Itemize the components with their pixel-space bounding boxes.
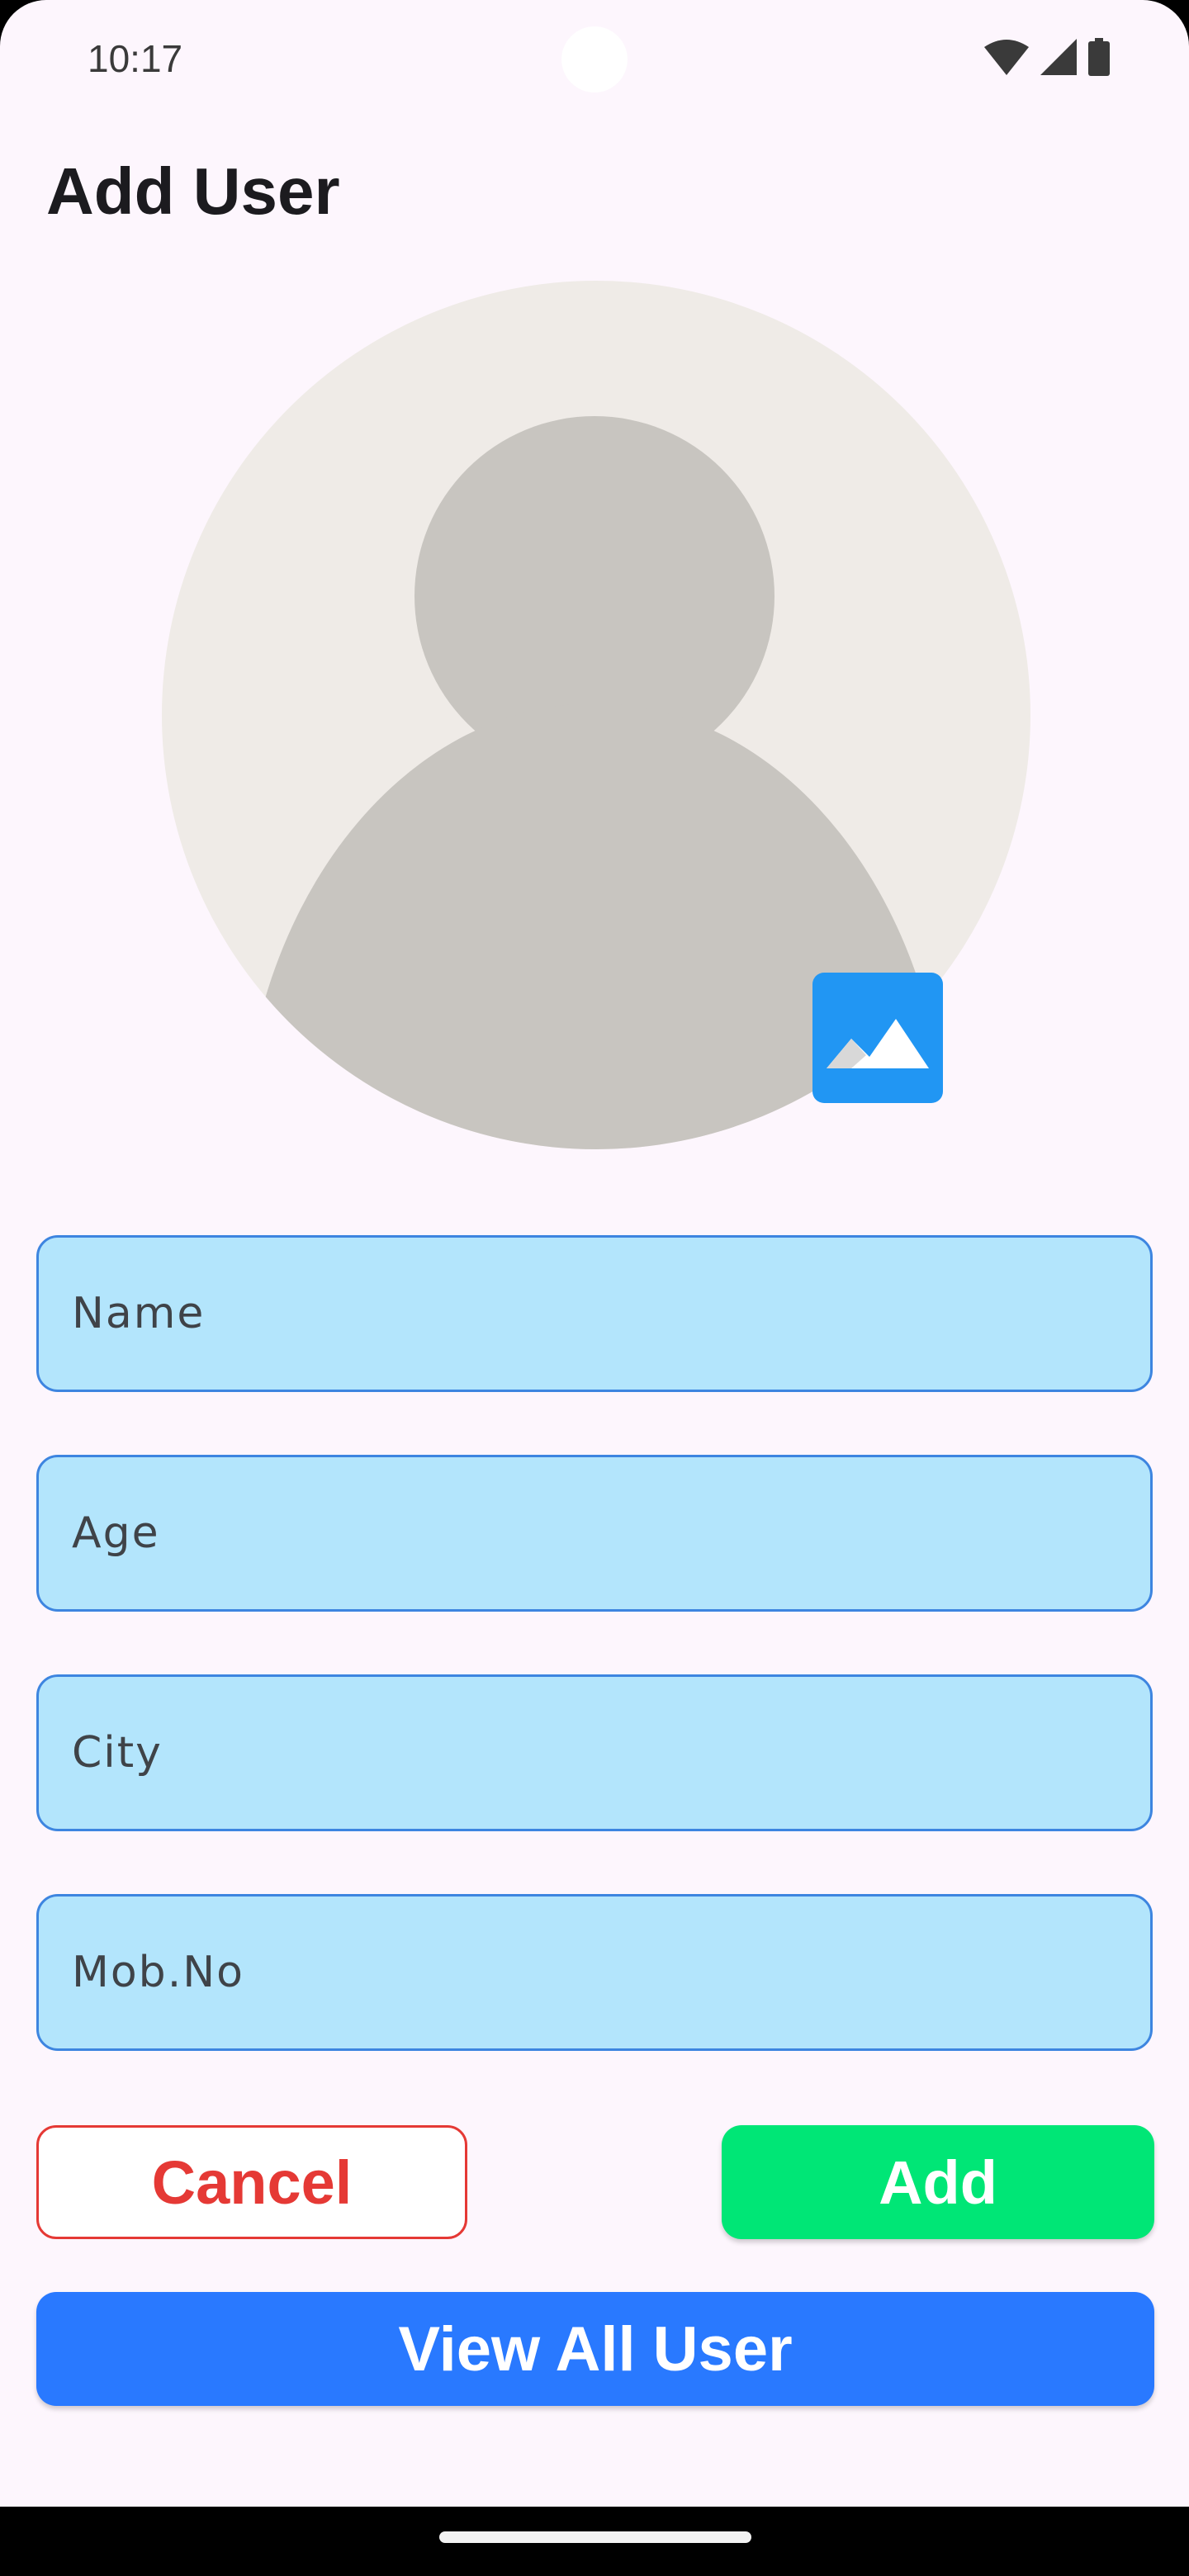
status-bar: 10:17 <box>0 0 1189 116</box>
city-field[interactable] <box>36 1674 1153 1831</box>
name-input[interactable] <box>39 1238 1150 1390</box>
home-indicator[interactable] <box>439 2531 751 2543</box>
status-icons <box>984 38 1110 80</box>
age-field[interactable] <box>36 1455 1153 1612</box>
battery-icon <box>1088 38 1110 80</box>
wifi-icon <box>984 39 1029 79</box>
add-button[interactable]: Add <box>722 2125 1154 2239</box>
mobile-input[interactable] <box>39 1896 1150 2048</box>
status-time: 10:17 <box>88 37 183 80</box>
name-field[interactable] <box>36 1235 1153 1392</box>
city-input[interactable] <box>39 1677 1150 1829</box>
view-all-users-button[interactable]: View All User <box>36 2292 1154 2406</box>
age-input[interactable] <box>39 1457 1150 1609</box>
cellular-signal-icon <box>1040 39 1077 79</box>
add-user-screen: 10:17 Add User Name Age City Mob.No Canc… <box>0 0 1189 2576</box>
image-picker-icon <box>827 1019 929 1068</box>
cancel-button[interactable]: Cancel <box>36 2125 467 2239</box>
page-title: Add User <box>46 154 340 228</box>
camera-cutout <box>561 26 628 92</box>
pick-image-button[interactable] <box>812 973 943 1103</box>
mobile-field[interactable] <box>36 1894 1153 2051</box>
